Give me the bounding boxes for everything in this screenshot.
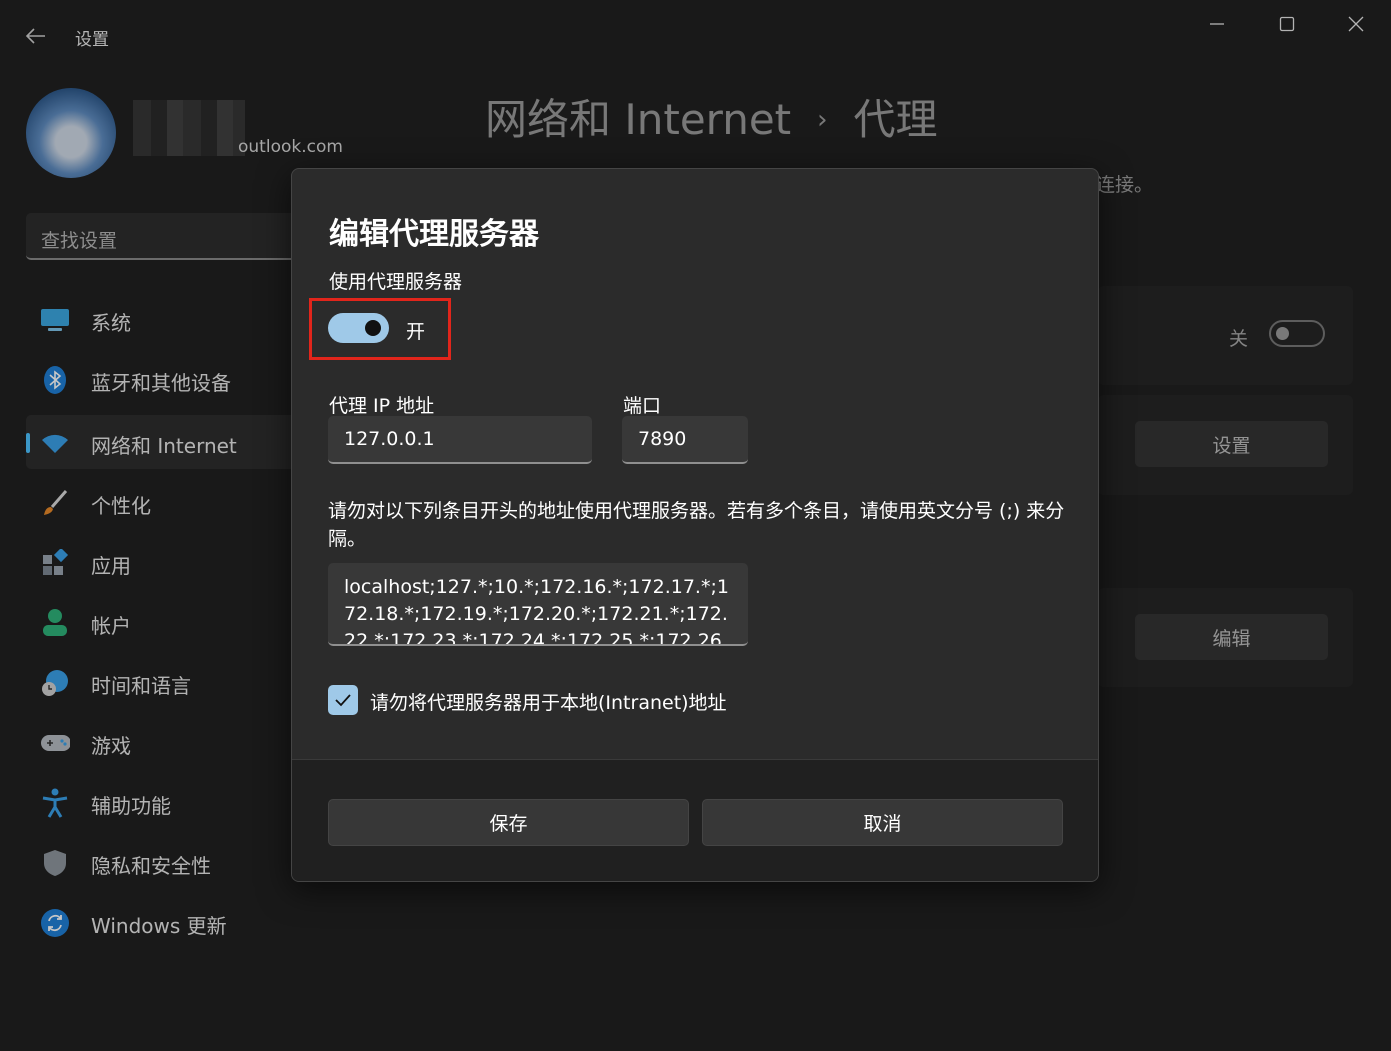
port-input[interactable]: 7890 xyxy=(622,416,748,464)
dialog-title: 编辑代理服务器 xyxy=(329,217,539,252)
use-proxy-state: 开 xyxy=(406,321,426,343)
save-button[interactable]: 保存 xyxy=(328,799,689,846)
exceptions-textarea[interactable]: localhost;127.*;10.*;172.16.*;172.17.*;1… xyxy=(328,563,748,646)
port-value: 7890 xyxy=(638,428,687,450)
exceptions-help-text: 请勿对以下列条目开头的地址使用代理服务器。若有多个条目，请使用英文分号 (;) … xyxy=(328,500,1065,550)
bypass-local-checkbox[interactable] xyxy=(328,685,358,715)
settings-window: 设置 outlook.com 查找设置 系统 蓝牙和其他设备 网络和 Inter… xyxy=(0,0,1391,1051)
port-label: 端口 xyxy=(623,395,662,417)
use-proxy-label: 使用代理服务器 xyxy=(329,271,463,293)
checkmark-icon xyxy=(335,694,351,707)
cancel-button[interactable]: 取消 xyxy=(702,799,1063,846)
proxy-ip-label: 代理 IP 地址 xyxy=(329,395,435,417)
exceptions-value: localhost;127.*;10.*;172.16.*;172.17.*;1… xyxy=(344,576,729,646)
proxy-ip-value: 127.0.0.1 xyxy=(344,428,435,450)
proxy-ip-input[interactable]: 127.0.0.1 xyxy=(328,416,592,464)
dialog-footer: 保存 取消 xyxy=(292,759,1098,881)
use-proxy-toggle[interactable] xyxy=(328,313,389,343)
edit-proxy-dialog: 编辑代理服务器 使用代理服务器 开 代理 IP 地址 127.0.0.1 端口 … xyxy=(291,168,1099,882)
bypass-local-label: 请勿将代理服务器用于本地(Intranet)地址 xyxy=(370,692,727,714)
